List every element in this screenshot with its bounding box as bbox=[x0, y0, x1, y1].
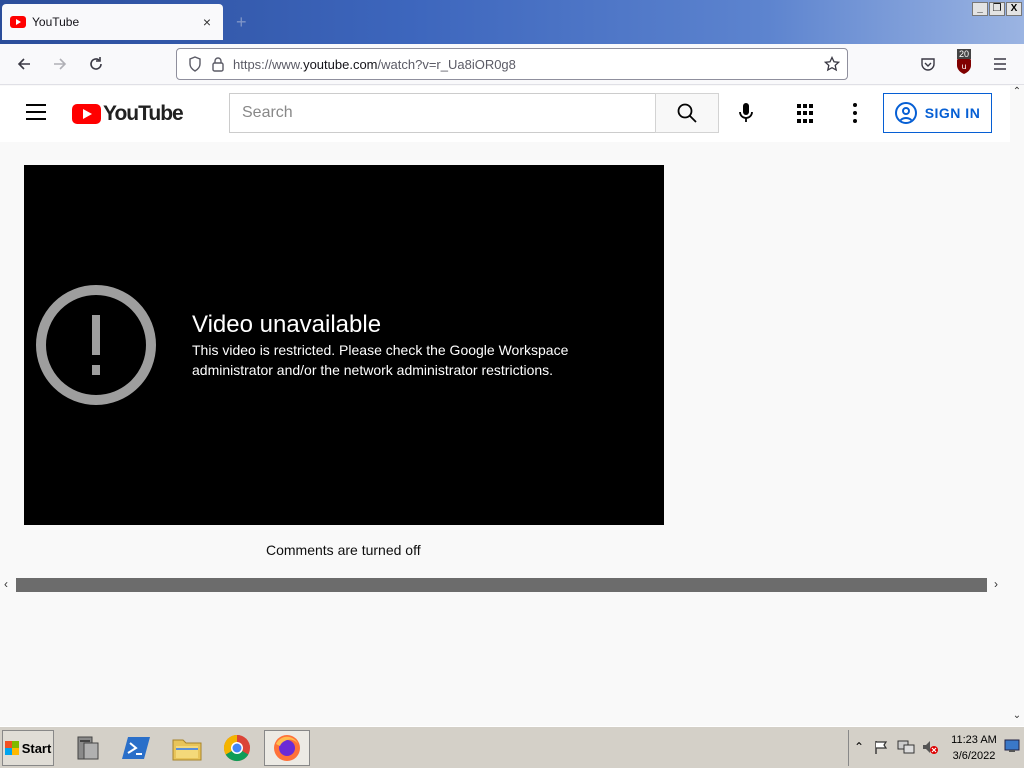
start-button[interactable]: Start bbox=[2, 730, 54, 766]
video-player[interactable]: Video unavailable This video is restrict… bbox=[24, 165, 664, 525]
clock-time: 11:23 AM bbox=[951, 734, 997, 746]
youtube-header: YouTube SIGN IN bbox=[0, 86, 1010, 142]
youtube-favicon-icon bbox=[10, 16, 26, 28]
chrome-icon[interactable] bbox=[214, 730, 260, 766]
pocket-icon[interactable] bbox=[916, 52, 940, 76]
menu-hamburger-icon[interactable] bbox=[988, 52, 1012, 76]
clock-date: 3/6/2022 bbox=[952, 750, 996, 762]
back-arrow-icon[interactable] bbox=[12, 52, 36, 76]
new-tab-button[interactable]: + bbox=[236, 12, 247, 33]
user-account-icon bbox=[894, 102, 917, 124]
tab-youtube[interactable]: YouTube × bbox=[2, 4, 223, 40]
sign-in-label: SIGN IN bbox=[924, 105, 981, 121]
minimize-button[interactable]: _ bbox=[972, 2, 988, 16]
search-input[interactable] bbox=[230, 94, 655, 132]
error-exclamation-icon bbox=[36, 285, 156, 405]
shield-icon[interactable] bbox=[185, 56, 205, 72]
guide-menu-icon[interactable] bbox=[26, 104, 46, 120]
network-icon[interactable] bbox=[897, 739, 915, 760]
scroll-up-arrow-icon[interactable]: ⌃ bbox=[1010, 86, 1024, 100]
tab-close-icon[interactable]: × bbox=[199, 14, 215, 30]
bookmark-star-icon[interactable] bbox=[817, 56, 847, 72]
start-label: Start bbox=[21, 740, 52, 756]
browser-navbar: https://www.youtube.com/watch?v=r_Ua8iOR… bbox=[0, 44, 1024, 85]
reload-icon[interactable] bbox=[84, 52, 108, 76]
powershell-icon[interactable] bbox=[114, 730, 160, 766]
tab-title: YouTube bbox=[32, 15, 80, 29]
search-button[interactable] bbox=[655, 93, 719, 133]
search-icon bbox=[677, 103, 697, 123]
file-explorer-icon[interactable] bbox=[164, 730, 210, 766]
firefox-icon[interactable] bbox=[264, 730, 310, 766]
browser-titlebar: YouTube × + _ ❐ X bbox=[0, 0, 1024, 44]
window-controls: _ ❐ X bbox=[972, 2, 1022, 16]
show-desktop-icon[interactable] bbox=[1004, 739, 1020, 758]
url-bar[interactable]: https://www.youtube.com/watch?v=r_Ua8iOR… bbox=[176, 48, 848, 80]
settings-more-vert-icon[interactable] bbox=[852, 103, 858, 123]
windows-flag-icon bbox=[4, 741, 19, 755]
extension-badge: 20 bbox=[957, 49, 972, 59]
ublock-extension-icon[interactable]: u 20 bbox=[952, 49, 976, 76]
system-clock[interactable]: 11:23 AM 3/6/2022 bbox=[948, 732, 1000, 764]
show-hidden-icons-icon[interactable]: ⌃ bbox=[854, 740, 864, 754]
error-message: This video is restricted. Please check t… bbox=[192, 342, 569, 378]
windows-taskbar: Start ⌃ 11:23 AM 3/6/2022 bbox=[0, 726, 1024, 768]
youtube-logo-text: YouTube bbox=[103, 102, 184, 125]
sign-in-button[interactable]: SIGN IN bbox=[883, 93, 992, 133]
server-manager-icon[interactable] bbox=[64, 730, 110, 766]
apps-grid-icon[interactable] bbox=[797, 104, 817, 124]
scroll-left-arrow-icon[interactable]: ‹ bbox=[4, 577, 8, 591]
horizontal-scrollbar[interactable]: ‹ › bbox=[0, 576, 1010, 594]
action-center-flag-icon[interactable] bbox=[873, 739, 889, 760]
voice-search-mic-icon[interactable] bbox=[731, 98, 761, 128]
svg-text:u: u bbox=[961, 62, 966, 71]
scroll-down-arrow-icon[interactable]: ⌄ bbox=[1010, 710, 1024, 724]
comments-status: Comments are turned off bbox=[266, 542, 421, 558]
volume-muted-icon[interactable] bbox=[921, 739, 939, 760]
restore-button[interactable]: ❐ bbox=[989, 2, 1005, 16]
search-box bbox=[229, 93, 656, 133]
youtube-logo[interactable]: YouTube bbox=[72, 102, 184, 126]
close-window-button[interactable]: X bbox=[1006, 2, 1022, 16]
scrollbar-thumb[interactable] bbox=[16, 578, 987, 592]
error-title: Video unavailable bbox=[192, 311, 382, 338]
scroll-right-arrow-icon[interactable]: › bbox=[994, 577, 998, 591]
lock-icon[interactable] bbox=[209, 56, 227, 72]
youtube-play-icon bbox=[72, 104, 101, 124]
forward-arrow-icon[interactable] bbox=[48, 52, 72, 76]
url-text[interactable]: https://www.youtube.com/watch?v=r_Ua8iOR… bbox=[233, 57, 817, 72]
